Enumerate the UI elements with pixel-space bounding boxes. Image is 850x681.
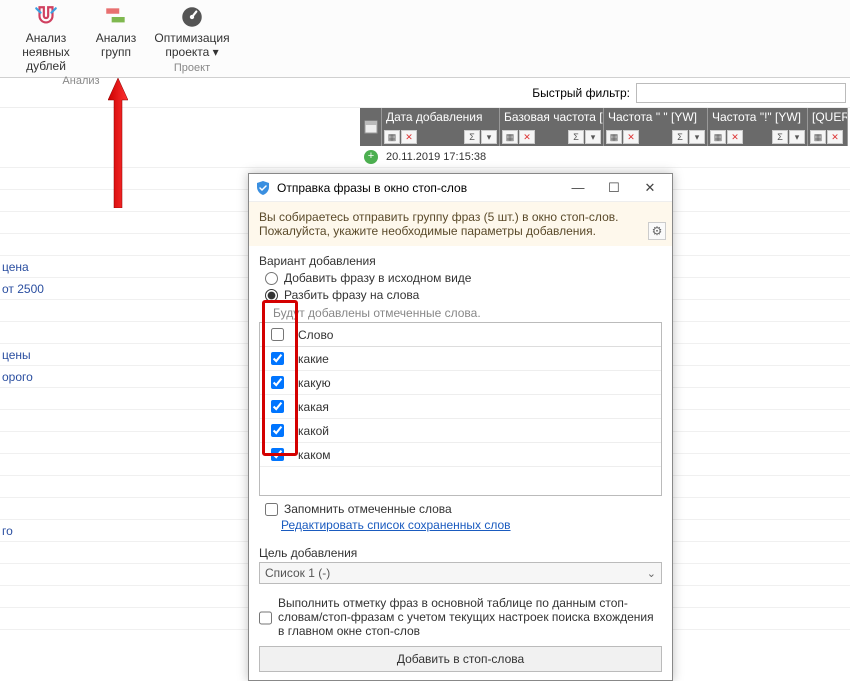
- magnet-icon: [33, 4, 59, 30]
- target-label: Цель добавления: [259, 546, 662, 560]
- column-quote-frequency[interactable]: Частота " " [YW] ▦ ✕ Σ ▾: [604, 108, 708, 146]
- col-clear-icon[interactable]: ✕: [827, 130, 843, 144]
- word-row: каком: [260, 443, 661, 467]
- ribbon-group-label: Проект: [174, 62, 210, 74]
- analyze-groups-button[interactable]: Анализ групп: [82, 2, 150, 75]
- column-exact-frequency[interactable]: Частота "!" [YW] ▦ ✕ Σ ▾: [708, 108, 808, 146]
- dialog-info-text: Вы собираетесь отправить группу фраз (5 …: [259, 210, 618, 238]
- word-text: какой: [294, 424, 329, 438]
- button-label: Добавить в стоп-слова: [397, 652, 524, 666]
- col-sum-icon[interactable]: Σ: [772, 130, 788, 144]
- add-column-cell[interactable]: [360, 108, 382, 146]
- column-date-added[interactable]: Дата добавления ▦ ✕ Σ ▾: [382, 108, 500, 146]
- word-text: каком: [294, 448, 331, 462]
- col-clear-icon[interactable]: ✕: [401, 130, 417, 144]
- words-table: Слово какие какую какая какой каком: [259, 322, 662, 496]
- analyze-implicit-dupes-button[interactable]: Анализ неявных дублей: [12, 2, 80, 75]
- column-icon: [364, 120, 378, 134]
- word-checkbox[interactable]: [271, 376, 284, 389]
- close-button[interactable]: ✕: [632, 176, 668, 200]
- ribbon-btn-label: Анализ неявных дублей: [14, 32, 78, 73]
- minimize-button[interactable]: —: [560, 176, 596, 200]
- remember-checkbox-row[interactable]: Запомнить отмеченные слова: [265, 502, 662, 516]
- annotation-arrow-icon: [108, 78, 128, 208]
- word-checkbox[interactable]: [271, 424, 284, 437]
- radio-label: Добавить фразу в исходном виде: [284, 271, 471, 285]
- add-row-icon[interactable]: +: [364, 150, 378, 164]
- dialog-title: Отправка фразы в окно стоп-слов: [277, 181, 560, 195]
- ribbon-btn-label: Оптимизация проекта ▾: [154, 32, 229, 60]
- quick-filter-label: Быстрый фильтр:: [532, 86, 630, 100]
- col-sum-icon[interactable]: Σ: [464, 130, 480, 144]
- variant-label: Вариант добавления: [259, 254, 662, 268]
- word-checkbox[interactable]: [271, 448, 284, 461]
- col-menu-icon[interactable]: ▾: [585, 130, 601, 144]
- select-all-checkbox[interactable]: [271, 328, 284, 341]
- edit-saved-words-link[interactable]: Редактировать список сохраненных слов: [281, 518, 511, 532]
- word-checkbox[interactable]: [271, 400, 284, 413]
- maximize-button[interactable]: ☐: [596, 176, 632, 200]
- remember-label: Запомнить отмеченные слова: [284, 502, 452, 516]
- shield-icon: [255, 180, 271, 196]
- word-row: какой: [260, 419, 661, 443]
- words-header: Слово: [294, 328, 333, 342]
- column-title: Базовая частота [Y: [500, 108, 603, 126]
- mark-phrases-checkbox-row[interactable]: Выполнить отметку фраз в основной таблиц…: [259, 596, 662, 638]
- quick-filter-input[interactable]: [636, 83, 846, 103]
- send-to-stopwords-dialog: Отправка фразы в окно стоп-слов — ☐ ✕ Вы…: [248, 173, 673, 681]
- select-value: Список 1 (-): [265, 566, 330, 580]
- col-sum-icon[interactable]: Σ: [672, 130, 688, 144]
- col-action-icon[interactable]: ▦: [606, 130, 622, 144]
- col-clear-icon[interactable]: ✕: [623, 130, 639, 144]
- word-row: какую: [260, 371, 661, 395]
- col-action-icon[interactable]: ▦: [810, 130, 826, 144]
- chevron-down-icon: ⌄: [647, 567, 656, 580]
- column-title: Частота "!" [YW]: [708, 108, 807, 126]
- column-title: [QUERY: [808, 108, 847, 126]
- word-text: какие: [294, 352, 329, 366]
- gauge-icon: [179, 4, 205, 30]
- word-checkbox[interactable]: [271, 352, 284, 365]
- col-clear-icon[interactable]: ✕: [519, 130, 535, 144]
- column-base-frequency[interactable]: Базовая частота [Y ▦ ✕ Σ ▾: [500, 108, 604, 146]
- col-menu-icon[interactable]: ▾: [689, 130, 705, 144]
- col-menu-icon[interactable]: ▾: [481, 130, 497, 144]
- col-action-icon[interactable]: ▦: [384, 130, 400, 144]
- column-query[interactable]: [QUERY ▦ ✕: [808, 108, 848, 146]
- gear-icon: ⚙: [652, 224, 663, 238]
- ribbon-group-label: Анализ: [62, 75, 99, 87]
- row-date: 20.11.2019 17:15:38: [382, 151, 500, 163]
- settings-button[interactable]: ⚙: [648, 222, 666, 240]
- words-hint: Будут добавлены отмеченные слова.: [273, 306, 662, 320]
- col-action-icon[interactable]: ▦: [502, 130, 518, 144]
- groups-icon: [103, 4, 129, 30]
- column-title: Частота " " [YW]: [604, 108, 707, 126]
- radio-label: Разбить фразу на слова: [284, 288, 419, 302]
- col-sum-icon[interactable]: Σ: [568, 130, 584, 144]
- word-text: какую: [294, 376, 331, 390]
- target-select[interactable]: Список 1 (-) ⌄: [259, 562, 662, 584]
- word-row: какие: [260, 347, 661, 371]
- mark-phrases-label: Выполнить отметку фраз в основной таблиц…: [278, 596, 662, 638]
- column-title: Дата добавления: [382, 108, 499, 126]
- col-clear-icon[interactable]: ✕: [727, 130, 743, 144]
- optimize-project-button[interactable]: Оптимизация проекта ▾: [158, 2, 226, 62]
- col-menu-icon[interactable]: ▾: [789, 130, 805, 144]
- col-action-icon[interactable]: ▦: [710, 130, 726, 144]
- word-text: какая: [294, 400, 329, 414]
- word-row: какая: [260, 395, 661, 419]
- radio-original[interactable]: Добавить фразу в исходном виде: [265, 271, 662, 285]
- ribbon-btn-label: Анализ групп: [96, 32, 137, 60]
- add-to-stopwords-button[interactable]: Добавить в стоп-слова: [259, 646, 662, 672]
- radio-split[interactable]: Разбить фразу на слова: [265, 288, 662, 302]
